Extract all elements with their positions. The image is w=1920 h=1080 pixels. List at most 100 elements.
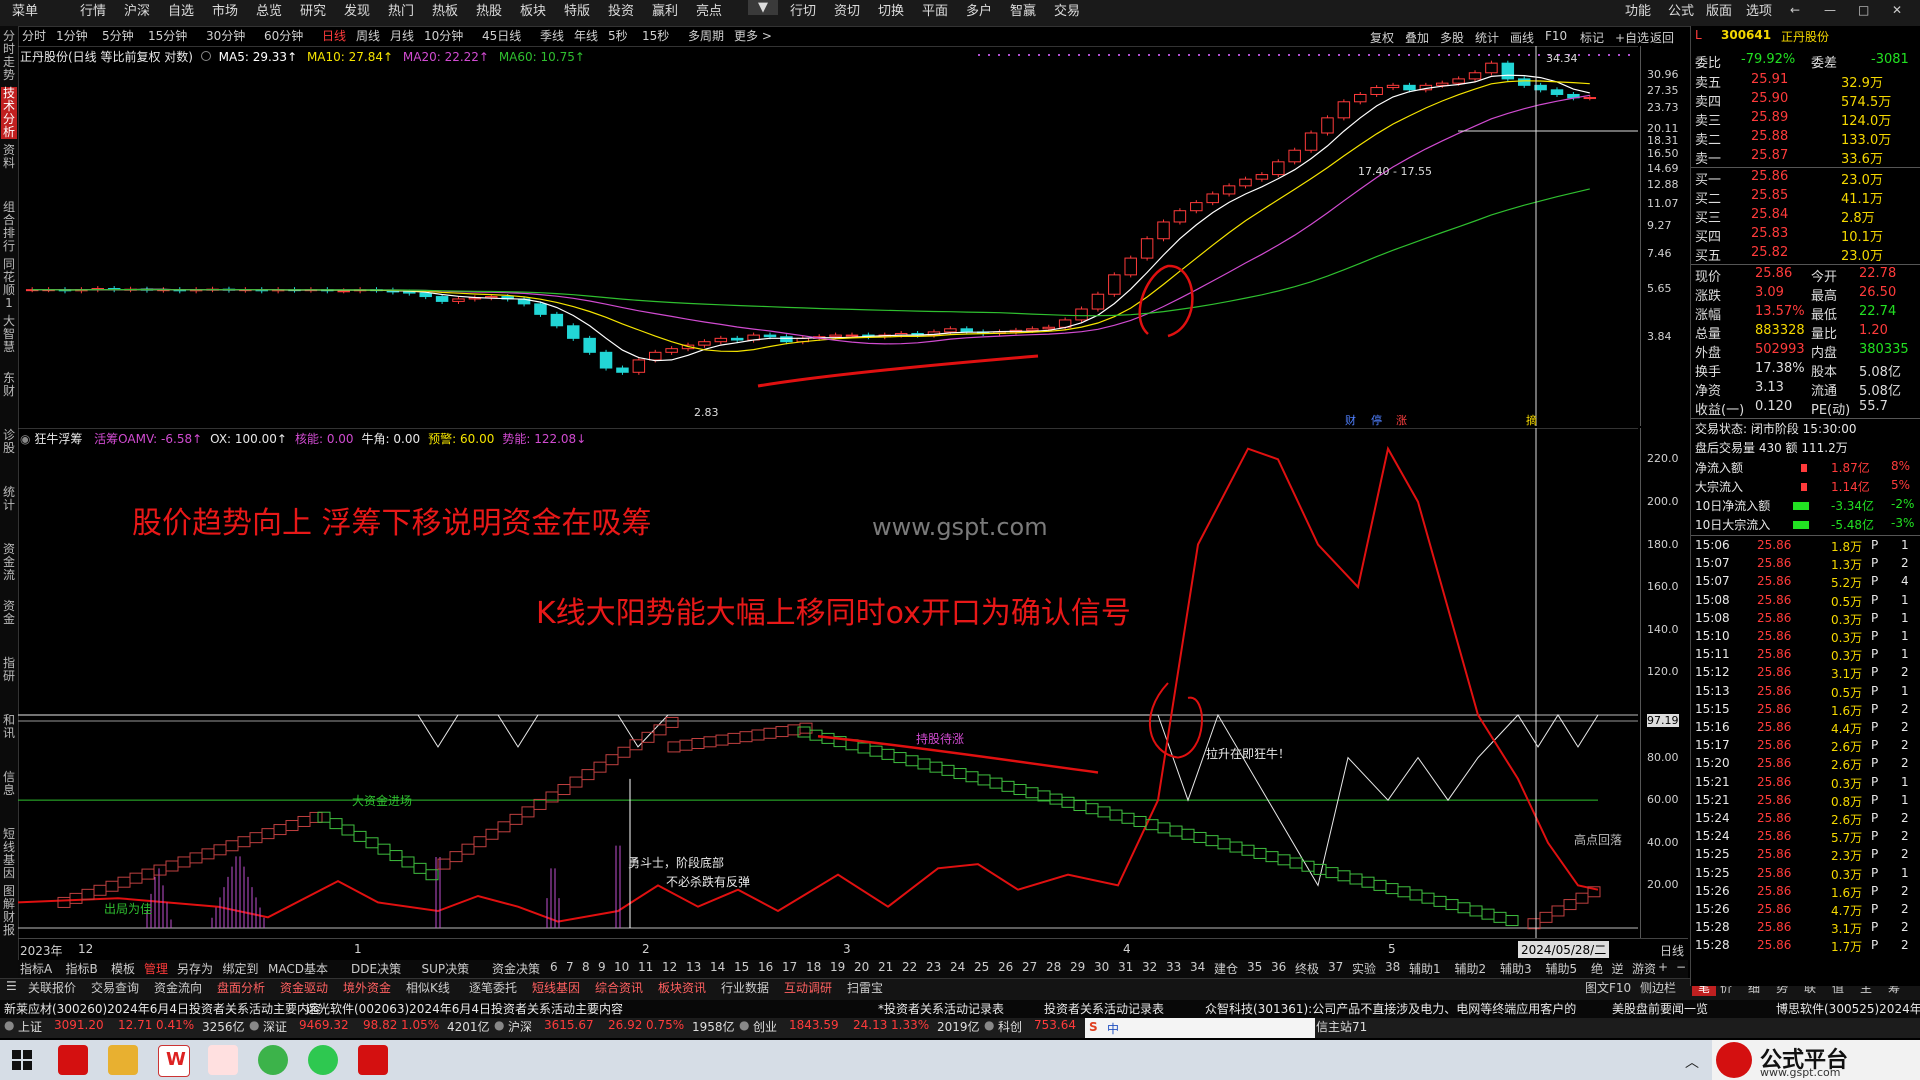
app-icon-1[interactable] [58, 1045, 88, 1075]
menu-item-8[interactable]: 热门 [388, 0, 414, 19]
tray-chevron-icon[interactable]: ︿ [1685, 1052, 1699, 1072]
indicator-tab-5[interactable]: 绑定到 [223, 960, 259, 977]
chart-tool-6[interactable]: 标记 [1580, 29, 1604, 46]
period-3[interactable]: 15分钟 [148, 27, 187, 44]
add-icon[interactable]: + [1658, 960, 1668, 974]
left-strip-item-8[interactable]: 统计 [1, 486, 17, 512]
indicator-tab-45[interactable]: 38 [1385, 960, 1400, 974]
indicator-tab-8[interactable]: SUP决策 [422, 960, 470, 977]
function-tab-6[interactable]: 相似K线 [406, 979, 450, 996]
period-9[interactable]: 10分钟 [424, 27, 463, 44]
kline-chart[interactable] [18, 46, 1638, 426]
menu-item-1[interactable]: 行情 [80, 0, 106, 19]
period-0[interactable]: 分时 [22, 27, 46, 44]
indicator-tab-19[interactable]: 15 [734, 960, 749, 974]
indicator-tab-15[interactable]: 11 [638, 960, 653, 974]
menu-item-2[interactable]: 沪深 [124, 0, 150, 19]
menu-item-12[interactable]: 特版 [564, 0, 590, 19]
menu-right-2[interactable]: 版面 [1706, 0, 1732, 19]
function-tab-11[interactable]: 行业数据 [721, 979, 769, 996]
indicator-tab-29[interactable]: 25 [974, 960, 989, 974]
left-strip-item-11[interactable]: 指研 [1, 657, 17, 683]
indicator-tab-38[interactable]: 34 [1190, 960, 1205, 974]
function-tab-2[interactable]: 资金流向 [154, 979, 202, 996]
period-7[interactable]: 周线 [356, 27, 380, 44]
indicator-tab-50[interactable]: 绝 [1591, 960, 1603, 977]
indicator-tab-20[interactable]: 16 [758, 960, 773, 974]
left-strip-item-9[interactable]: 资金流 [1, 543, 17, 582]
indicator-tab-25[interactable]: 21 [878, 960, 893, 974]
list-icon[interactable]: ☰ [6, 979, 17, 993]
menu-item-13[interactable]: 投资 [608, 0, 634, 19]
wechat-icon[interactable] [308, 1045, 338, 1075]
period-5[interactable]: 60分钟 [264, 27, 303, 44]
indicator-tab-39[interactable]: 建仓 [1214, 960, 1238, 977]
function-tab-0[interactable]: 关联报价 [28, 979, 76, 996]
function-tab-1[interactable]: 交易查询 [91, 979, 139, 996]
indicator-tab-30[interactable]: 26 [998, 960, 1013, 974]
chart-tool-7[interactable]: +自选 [1615, 29, 1649, 46]
indicator-chart[interactable] [18, 428, 1638, 938]
indicator-tab-4[interactable]: 另存为 [177, 960, 213, 977]
news-item-0[interactable]: 新莱应材(300260)2024年6月4日投资者关系活动主要内容 [4, 1000, 321, 1017]
indicator-tab-31[interactable]: 27 [1022, 960, 1037, 974]
menu-item-7[interactable]: 发现 [344, 0, 370, 19]
indicator-tab-46[interactable]: 辅助1 [1409, 960, 1441, 977]
news-item-5[interactable]: 美股盘前要闻一览 [1612, 1000, 1708, 1017]
indicator-tab-16[interactable]: 12 [662, 960, 677, 974]
indicator-tab-40[interactable]: 35 [1247, 960, 1262, 974]
chart-tool-2[interactable]: 多股 [1440, 29, 1464, 46]
left-strip-item-10[interactable]: 资金 [1, 600, 17, 626]
indicator-tab-13[interactable]: 9 [598, 960, 606, 974]
period-14[interactable]: 15秒 [642, 27, 669, 44]
period-4[interactable]: 30分钟 [206, 27, 245, 44]
function-tab-13[interactable]: 扫雷宝 [847, 979, 883, 996]
indicator-tab-42[interactable]: 终极 [1295, 960, 1319, 977]
indicator-tab-28[interactable]: 24 [950, 960, 965, 974]
news-item-1[interactable]: 远光软件(002063)2024年6月4日投资者关系活动主要内容 [306, 1000, 623, 1017]
indicator-tab-51[interactable]: 逆 [1612, 960, 1624, 977]
news-item-2[interactable]: *投资者关系活动记录表 [878, 1000, 1004, 1017]
indicator-tab-0[interactable]: 指标A [20, 960, 52, 977]
indicator-tab-22[interactable]: 18 [806, 960, 821, 974]
left-strip-item-6[interactable]: 东财 [1, 372, 17, 398]
left-strip-item-5[interactable]: 大智慧 [1, 315, 17, 354]
period-13[interactable]: 5秒 [608, 27, 628, 44]
period-10[interactable]: 45日线 [482, 27, 521, 44]
indicator-tab-48[interactable]: 辅助3 [1500, 960, 1532, 977]
function-tab-9[interactable]: 综合资讯 [595, 979, 643, 996]
wps-icon[interactable]: W [158, 1045, 190, 1077]
minimize-icon[interactable]: — [1824, 3, 1836, 17]
period-2[interactable]: 5分钟 [102, 27, 134, 44]
indicator-tab-34[interactable]: 30 [1094, 960, 1109, 974]
period-6[interactable]: 日线 [322, 27, 346, 44]
indicator-tab-35[interactable]: 31 [1118, 960, 1133, 974]
menu-right-0[interactable]: 功能 [1625, 0, 1651, 19]
period-1[interactable]: 1分钟 [56, 27, 88, 44]
folder-icon[interactable] [108, 1045, 138, 1075]
indicator-tab-21[interactable]: 17 [782, 960, 797, 974]
period-16[interactable]: 更多 > [734, 27, 772, 44]
indicator-tab-18[interactable]: 14 [710, 960, 725, 974]
menu-item-0[interactable]: 菜单 [12, 0, 38, 19]
indicator-tab-6[interactable]: MACD基本 [268, 960, 328, 977]
indicator-tab-17[interactable]: 13 [686, 960, 701, 974]
maximize-icon[interactable]: □ [1858, 3, 1869, 17]
indicator-tab-2[interactable]: 模板 [111, 960, 135, 977]
indicator-tab-43[interactable]: 37 [1328, 960, 1343, 974]
menu-item-9[interactable]: 热板 [432, 0, 458, 19]
menu-item-14[interactable]: 赢利 [652, 0, 678, 19]
period-11[interactable]: 季线 [540, 27, 564, 44]
indicator-tab-41[interactable]: 36 [1271, 960, 1286, 974]
back-icon[interactable]: ← [1790, 3, 1800, 17]
indicator-tab-11[interactable]: 7 [566, 960, 574, 974]
function-tab-12[interactable]: 互动调研 [784, 979, 832, 996]
left-strip-item-15[interactable]: 图解财报 [1, 885, 17, 937]
menu-item-6[interactable]: 研究 [300, 0, 326, 19]
function-tab-3[interactable]: 盘面分析 [217, 979, 265, 996]
left-strip-item-0[interactable]: 分时走势 [1, 30, 17, 82]
chart-tool-5[interactable]: F10 [1545, 29, 1567, 43]
indicator-tab-47[interactable]: 辅助2 [1455, 960, 1487, 977]
indicator-tab-9[interactable]: 资金决策 [492, 960, 540, 977]
indicator-tab-26[interactable]: 22 [902, 960, 917, 974]
